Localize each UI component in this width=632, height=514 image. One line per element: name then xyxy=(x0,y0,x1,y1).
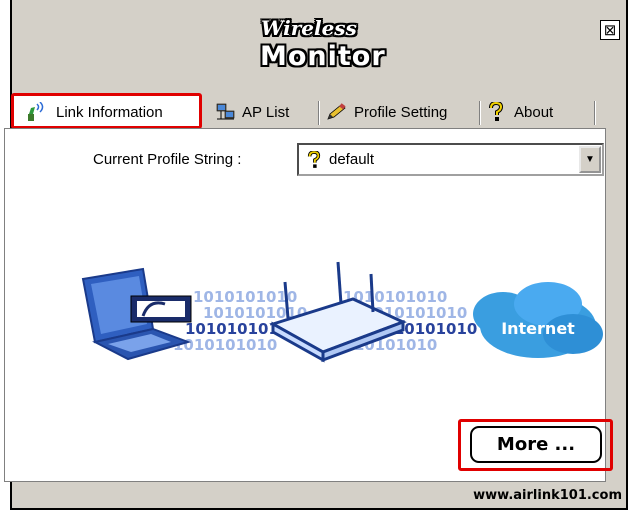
cloud-label: Internet xyxy=(501,319,575,338)
app-title-monitor: Monitor xyxy=(260,41,386,72)
question-mark-icon xyxy=(488,102,504,122)
tab-profile-setting[interactable]: Profile Setting xyxy=(326,97,447,127)
tab-separator xyxy=(479,101,481,125)
tab-separator xyxy=(594,101,596,125)
footer-url: www.airlink101.com xyxy=(473,488,622,503)
profile-select[interactable]: default ▼ xyxy=(297,143,604,176)
app-title-wireless: Wireless xyxy=(261,16,357,40)
network-computers-icon xyxy=(216,103,236,121)
antenna-icon xyxy=(26,102,50,122)
question-mark-icon xyxy=(307,150,321,169)
tab-about[interactable]: About xyxy=(488,97,553,127)
tab-label: AP List xyxy=(242,103,290,121)
chevron-down-icon[interactable]: ▼ xyxy=(579,146,601,173)
tab-separator xyxy=(318,101,320,125)
tab-label: Link Information xyxy=(56,103,163,121)
close-icon[interactable]: ⊠ xyxy=(600,20,620,40)
more-button[interactable]: More ... xyxy=(470,426,602,463)
tab-link-information[interactable]: Link Information xyxy=(26,97,163,127)
internet-cloud-icon: Internet xyxy=(473,282,603,358)
tab-label: Profile Setting xyxy=(354,103,448,121)
connection-illustration: 1010101010 1010101010 1010101010 1010101… xyxy=(73,254,603,389)
tab-bar: Link Information AP List Profile Setting xyxy=(4,97,604,127)
profile-selected-value: default xyxy=(307,150,375,169)
binary-text: 1010101010 xyxy=(173,336,277,354)
profile-selected-text: default xyxy=(329,151,375,168)
tab-label: About xyxy=(514,103,554,121)
laptop-icon xyxy=(81,267,192,361)
tab-ap-list[interactable]: AP List xyxy=(216,97,289,127)
profile-label: Current Profile String : xyxy=(93,151,242,168)
pencil-icon xyxy=(326,103,348,121)
